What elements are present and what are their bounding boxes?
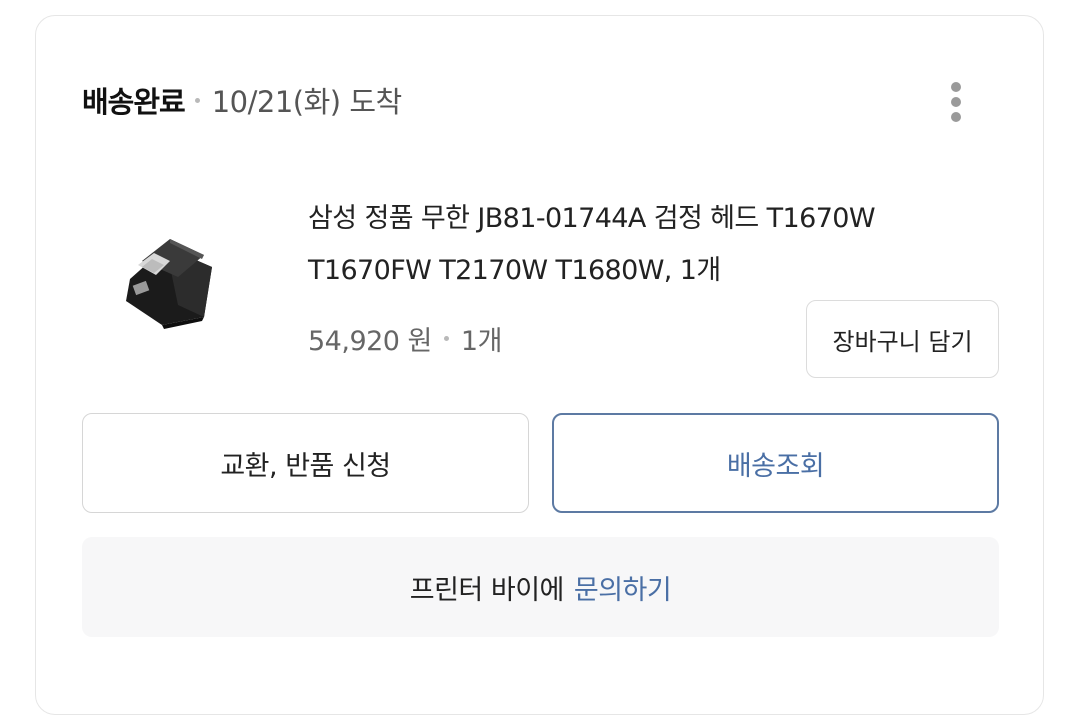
more-dot (951, 97, 961, 107)
product-price: 54,920 원 (308, 325, 432, 357)
add-to-cart-button[interactable]: 장바구니 담기 (806, 300, 999, 378)
price-row: 54,920 원 1개 (308, 316, 502, 360)
order-header: 배송완료 10/21(화) 도착 (82, 78, 402, 122)
seller-inquiry-bar: 프린터 바이에 문의하기 (82, 537, 999, 637)
seller-name: 프린터 바이에 (409, 574, 565, 606)
track-delivery-button[interactable]: 배송조회 (552, 413, 999, 513)
product-title[interactable]: 삼성 정품 무한 JB81-01744A 검정 헤드 T1670W T1670F… (308, 193, 928, 297)
printer-cartridge-icon (126, 239, 212, 329)
inquiry-link[interactable]: 문의하기 (574, 568, 672, 607)
arrival-date: 10/21(화) 도착 (211, 85, 402, 119)
exchange-return-button[interactable]: 교환, 반품 신청 (82, 413, 529, 513)
more-options-icon[interactable] (941, 78, 971, 126)
more-dot (951, 82, 961, 92)
order-card: 배송완료 10/21(화) 도착 삼성 정품 무한 JB81-01744A 검정… (35, 15, 1044, 715)
product-quantity: 1개 (460, 325, 503, 357)
separator-dot (194, 97, 200, 103)
product-thumbnail[interactable] (108, 221, 228, 341)
more-dot (951, 112, 961, 122)
delivery-status: 배송완료 (82, 85, 186, 119)
separator-dot (443, 335, 449, 341)
